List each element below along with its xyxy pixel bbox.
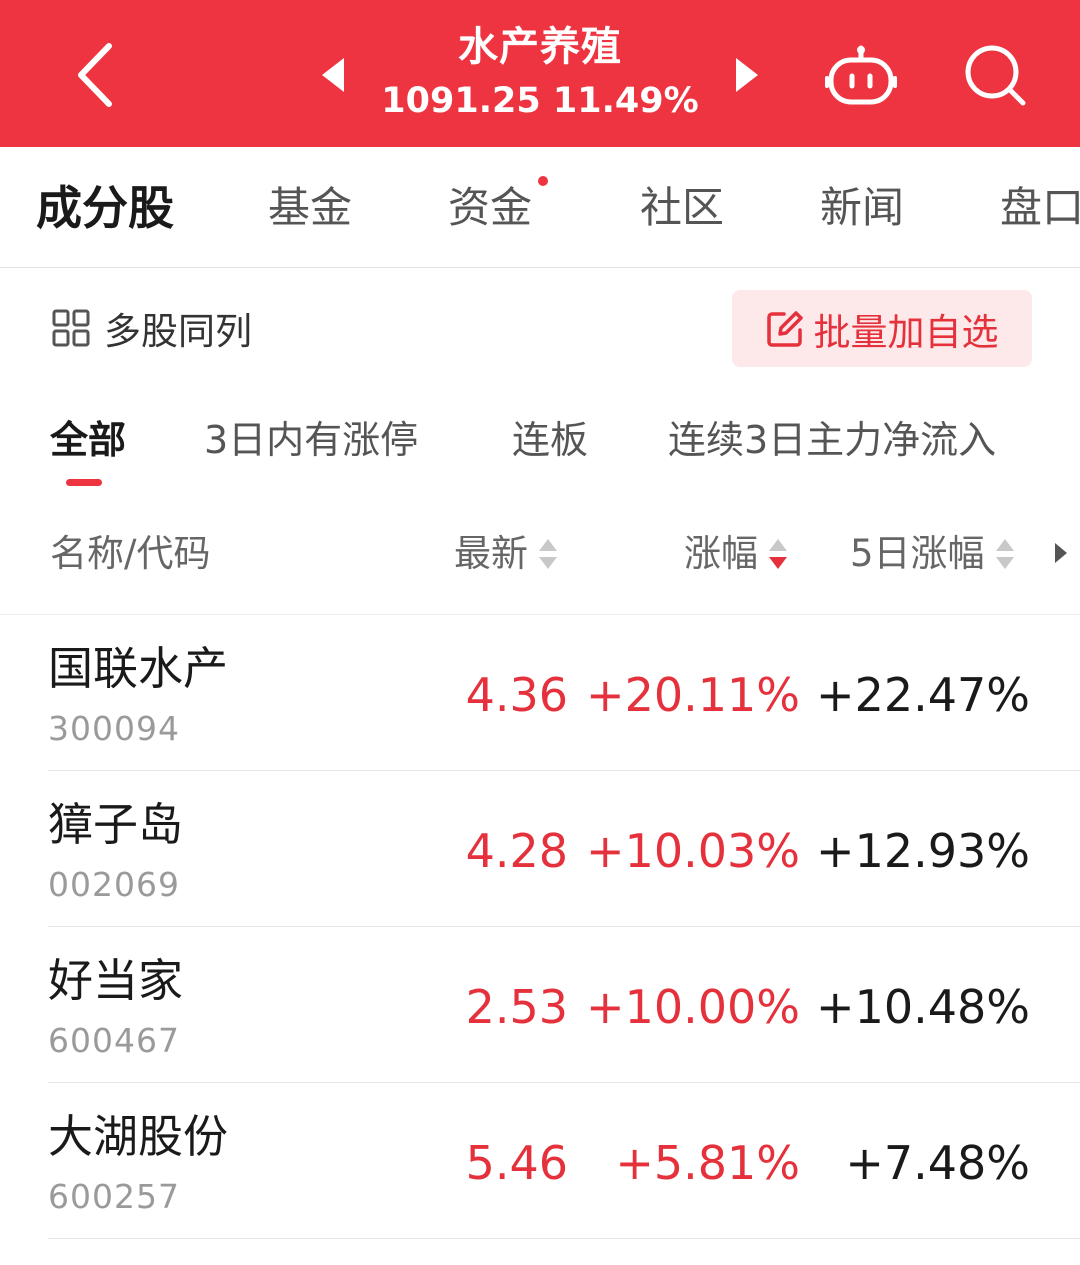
next-sector-icon <box>736 58 758 92</box>
change-percent: +10.00% <box>586 980 800 1034</box>
tab-funds[interactable]: 基金 <box>268 179 352 237</box>
index-change: 11.49% <box>552 81 699 121</box>
sector-name: 水产养殖 <box>458 24 622 70</box>
active-tab-indicator <box>82 108 142 116</box>
change-5d-percent: +22.47% <box>816 668 1030 722</box>
change-5d-percent: +7.48% <box>845 1136 1030 1190</box>
stock-code: 300094 <box>48 709 180 748</box>
stock-name: 国联水产 <box>48 642 229 695</box>
tab-constituents[interactable]: 成分股 <box>36 179 174 237</box>
table-row[interactable]: 好当家 600467 2.53 +10.00% +10.48% <box>48 927 1080 1083</box>
robot-assistant-button[interactable] <box>820 36 902 116</box>
multi-compare-button[interactable]: 多股同列 <box>52 298 252 358</box>
back-arrow-icon <box>78 43 112 107</box>
table-row[interactable]: 大湖股份 600257 5.46 +5.81% +7.48% <box>48 1083 1080 1239</box>
latest-price: 4.36 <box>465 668 568 722</box>
sort-icon <box>539 539 557 569</box>
change-5d-percent: +12.93% <box>816 824 1030 878</box>
filter-consecutive-limit[interactable]: 连板 <box>512 412 588 468</box>
stock-code: 600467 <box>48 1021 180 1060</box>
tab-community[interactable]: 社区 <box>640 179 724 237</box>
stock-code: 002069 <box>48 865 180 904</box>
multi-compare-label: 多股同列 <box>104 310 252 353</box>
search-button[interactable] <box>955 36 1037 116</box>
column-change-5d-label: 5日涨幅 <box>850 532 985 575</box>
sort-desc-icon <box>769 539 787 569</box>
column-latest[interactable]: 最新 <box>454 528 558 580</box>
prev-sector-button[interactable] <box>312 50 356 100</box>
latest-price: 4.28 <box>465 824 568 878</box>
tab-capital-flow[interactable]: 资金 <box>448 179 532 237</box>
sector-title-block: 水产养殖 1091.25 11.49% <box>360 18 720 126</box>
filter-limit-up-3d[interactable]: 3日内有涨停 <box>204 412 418 468</box>
edit-icon <box>766 310 803 347</box>
table-row[interactable]: 獐子岛 002069 4.28 +10.03% +12.93% <box>48 771 1080 927</box>
sort-icon <box>995 539 1014 569</box>
column-change[interactable]: 涨幅 <box>684 528 788 580</box>
column-change-5d[interactable]: 5日涨幅 <box>850 528 1015 580</box>
batch-add-label: 批量加自选 <box>813 310 999 354</box>
table-row[interactable]: 国联水产 300094 4.36 +20.11% +22.47% <box>48 615 1080 771</box>
column-name-code-label: 名称/代码 <box>50 532 211 575</box>
main-tab-bar: 成分股 基金 资金 社区 新闻 盘口 <box>0 147 1080 268</box>
filter-all[interactable]: 全部 <box>50 412 126 468</box>
change-percent: +20.11% <box>586 668 800 722</box>
search-icon <box>965 45 1026 106</box>
change-5d-percent: +10.48% <box>816 980 1030 1034</box>
change-percent: +10.03% <box>586 824 800 878</box>
scroll-right-icon[interactable] <box>1054 542 1068 564</box>
tab-news[interactable]: 新闻 <box>820 179 904 237</box>
tab-market-depth[interactable]: 盘口 <box>1000 179 1080 237</box>
stock-name: 好当家 <box>48 954 184 1007</box>
robot-assistant-icon <box>825 45 897 105</box>
index-value: 1091.25 <box>381 81 541 121</box>
column-latest-label: 最新 <box>454 532 528 575</box>
stock-name: 大湖股份 <box>48 1110 229 1163</box>
prev-sector-icon <box>322 58 344 92</box>
filter-main-inflow-3d[interactable]: 连续3日主力净流入 <box>668 412 996 468</box>
latest-price: 2.53 <box>465 980 568 1034</box>
back-button[interactable] <box>60 30 130 120</box>
next-sector-button[interactable] <box>724 50 768 100</box>
column-change-label: 涨幅 <box>684 532 758 575</box>
stock-code: 600257 <box>48 1177 180 1216</box>
column-name-code: 名称/代码 <box>50 528 210 580</box>
batch-add-watchlist-button[interactable]: 批量加自选 <box>732 290 1032 367</box>
top-bar: 水产养殖 1091.25 11.49% <box>0 0 1080 147</box>
sector-quote: 1091.25 11.49% <box>360 76 720 126</box>
active-filter-indicator <box>66 479 102 486</box>
grid-icon <box>52 309 90 347</box>
change-percent: +5.81% <box>615 1136 800 1190</box>
latest-price: 5.46 <box>465 1136 568 1190</box>
notification-dot <box>538 176 548 186</box>
stock-name: 獐子岛 <box>48 798 184 851</box>
